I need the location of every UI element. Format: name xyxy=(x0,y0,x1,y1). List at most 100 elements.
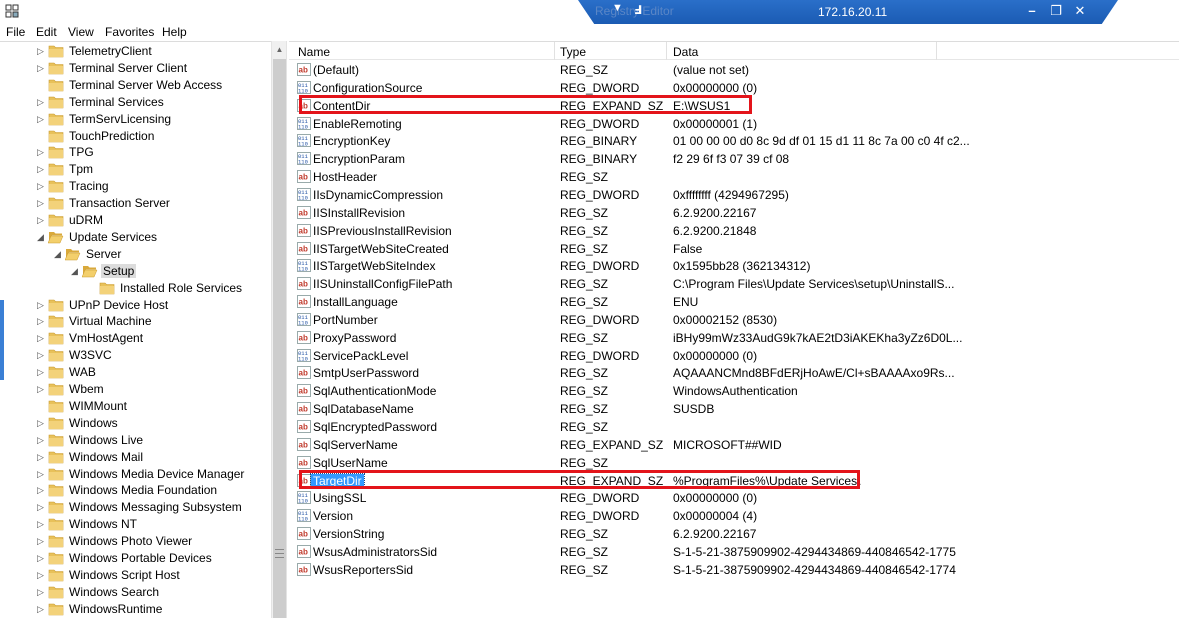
value-row[interactable]: ab VersionString REG_SZ 6.2.9200.22167 xyxy=(289,525,1179,543)
expand-arrow-icon[interactable]: ▷ xyxy=(36,63,45,74)
tree-item[interactable]: ▷ Terminal Server Client xyxy=(0,60,260,77)
restore-icon[interactable]: ❐ xyxy=(1048,3,1064,19)
value-row[interactable]: ab ProxyPassword REG_SZ iBHy99mWz33AudG9k7k… xyxy=(289,329,1179,347)
value-row[interactable]: 011 110 PortNumber REG_DWORD 0x00002152 (853… xyxy=(289,311,1179,329)
value-row[interactable]: ab SqlServerName REG_EXPAND_SZ MICROSOFT##W… xyxy=(289,436,1179,454)
tree-item[interactable]: ▷ Windows Live xyxy=(0,432,260,449)
collapse-arrow-icon[interactable]: ◢ xyxy=(70,266,79,277)
tree-item[interactable]: ▷ Windows xyxy=(0,415,260,432)
tree-item[interactable]: ▷ UPnP Device Host xyxy=(0,297,260,314)
value-row[interactable]: ab (Default) REG_SZ (value not set) xyxy=(289,61,1179,79)
scroll-up-icon[interactable]: ▲ xyxy=(272,41,287,58)
expand-arrow-icon[interactable]: ▷ xyxy=(36,147,45,158)
expand-arrow-icon[interactable]: ▷ xyxy=(36,519,45,530)
value-row[interactable]: 011 110 UsingSSL REG_DWORD 0x00000000 (0) xyxy=(289,489,1179,507)
value-row[interactable]: 011 110 Version REG_DWORD 0x00000004 (4) xyxy=(289,507,1179,525)
expand-arrow-icon[interactable]: ▷ xyxy=(36,181,45,192)
value-row[interactable]: ab SqlAuthenticationMode REG_SZ WindowsAuth… xyxy=(289,382,1179,400)
menu-favorites[interactable]: Favorites xyxy=(105,25,154,39)
tree-item[interactable]: ▷ WAB xyxy=(0,364,260,381)
tree-item[interactable]: ▷ Windows Script Host xyxy=(0,567,260,584)
column-data-header[interactable]: Data xyxy=(673,45,698,59)
expand-arrow-icon[interactable]: ▷ xyxy=(36,164,45,175)
expand-arrow-icon[interactable]: ▷ xyxy=(36,350,45,361)
tree-item[interactable]: ▷ Windows Photo Viewer xyxy=(0,533,260,550)
tree-item[interactable]: ▷ Terminal Services xyxy=(0,94,260,111)
expand-arrow-icon[interactable]: ▷ xyxy=(36,485,45,496)
tree-item[interactable]: ▷ Windows Portable Devices xyxy=(0,550,260,567)
tree-item[interactable]: ◢ Update Services xyxy=(0,229,260,246)
minimize-icon[interactable]: – xyxy=(1024,3,1040,18)
tree-item[interactable]: ◢ Setup xyxy=(0,263,260,280)
tree-item[interactable]: ▷ Windows Mail xyxy=(0,449,260,466)
value-row[interactable]: 011 110 EncryptionKey REG_BINARY 01 00 00 00… xyxy=(289,132,1179,150)
value-row[interactable]: ab HostHeader REG_SZ xyxy=(289,168,1179,186)
tree-item[interactable]: ▷ Windows Media Foundation xyxy=(0,482,260,499)
registry-key-tree[interactable]: ▷ TelemetryClient ▷ Terminal Server Client T… xyxy=(0,41,271,618)
expand-arrow-icon[interactable]: ▷ xyxy=(36,418,45,429)
expand-arrow-icon[interactable]: ▷ xyxy=(36,435,45,446)
tree-scrollbar[interactable]: ▲ xyxy=(271,41,287,618)
value-row[interactable]: 011 110 EnableRemoting REG_DWORD 0x00000001 … xyxy=(289,115,1179,133)
menu-view[interactable]: View xyxy=(68,25,94,39)
collapse-arrow-icon[interactable]: ◢ xyxy=(53,249,62,260)
expand-arrow-icon[interactable]: ▷ xyxy=(36,502,45,513)
expand-arrow-icon[interactable]: ▷ xyxy=(36,97,45,108)
value-row[interactable]: ab SqlDatabaseName REG_SZ SUSDB xyxy=(289,400,1179,418)
close-icon[interactable]: ✕ xyxy=(1072,3,1088,19)
column-divider[interactable] xyxy=(666,42,667,60)
menu-edit[interactable]: Edit xyxy=(36,25,57,39)
expand-arrow-icon[interactable]: ▷ xyxy=(36,367,45,378)
tree-item[interactable]: TouchPrediction xyxy=(0,128,260,145)
value-row[interactable]: ab IISTargetWebSiteCreated REG_SZ False xyxy=(289,240,1179,258)
tree-item[interactable]: ▷ Virtual Machine xyxy=(0,313,260,330)
expand-arrow-icon[interactable]: ▷ xyxy=(36,384,45,395)
column-type-header[interactable]: Type xyxy=(560,45,586,59)
expand-arrow-icon[interactable]: ▷ xyxy=(36,114,45,125)
registry-values-list[interactable]: Name Type Data ab (Default) REG_SZ (value n… xyxy=(289,41,1179,618)
value-row[interactable]: ab IISPreviousInstallRevision REG_SZ 6.2.92… xyxy=(289,222,1179,240)
tree-item[interactable]: WIMMount xyxy=(0,398,260,415)
expand-arrow-icon[interactable]: ▷ xyxy=(36,604,45,615)
collapse-arrow-icon[interactable]: ◢ xyxy=(36,232,45,243)
value-row[interactable]: 011 110 IISTargetWebSiteIndex REG_DWORD 0x15… xyxy=(289,257,1179,275)
tree-item[interactable]: ▷ Transaction Server xyxy=(0,195,260,212)
value-row[interactable]: ab WsusReportersSid REG_SZ S-1-5-21-3875909… xyxy=(289,561,1179,579)
expand-arrow-icon[interactable]: ▷ xyxy=(36,570,45,581)
tree-item[interactable]: ▷ TermServLicensing xyxy=(0,111,260,128)
tree-item[interactable]: ▷ Windows Media Device Manager xyxy=(0,466,260,483)
tree-item[interactable]: Terminal Server Web Access xyxy=(0,77,260,94)
tree-item[interactable]: ▷ Windows Search xyxy=(0,584,260,601)
expand-arrow-icon[interactable]: ▷ xyxy=(36,316,45,327)
pin-icon[interactable]: ▼ xyxy=(612,2,623,14)
tree-item[interactable]: ▷ VmHostAgent xyxy=(0,330,260,347)
scrollbar-thumb[interactable] xyxy=(273,59,286,618)
expand-arrow-icon[interactable]: ▷ xyxy=(36,198,45,209)
tree-item[interactable]: ▷ uDRM xyxy=(0,212,260,229)
value-row[interactable]: ab SqlEncryptedPassword REG_SZ xyxy=(289,418,1179,436)
value-row[interactable]: 011 110 EncryptionParam REG_BINARY f2 29 6f … xyxy=(289,150,1179,168)
value-row[interactable]: 011 110 IIsDynamicCompression REG_DWORD 0xff… xyxy=(289,186,1179,204)
value-row[interactable]: ab IISInstallRevision REG_SZ 6.2.9200.22167 xyxy=(289,204,1179,222)
tree-item[interactable]: Installed Role Services xyxy=(0,280,260,297)
menu-help[interactable]: Help xyxy=(162,25,187,39)
column-divider[interactable] xyxy=(936,42,937,60)
tree-item[interactable]: ▷ Windows Messaging Subsystem xyxy=(0,499,260,516)
expand-arrow-icon[interactable]: ▷ xyxy=(36,46,45,57)
expand-arrow-icon[interactable]: ▷ xyxy=(36,452,45,463)
value-row[interactable]: ab IISUninstallConfigFilePath REG_SZ C:\Pro… xyxy=(289,275,1179,293)
expand-arrow-icon[interactable]: ▷ xyxy=(36,536,45,547)
tree-item[interactable]: ▷ Tpm xyxy=(0,161,260,178)
tree-item[interactable]: ▷ Windows NT xyxy=(0,516,260,533)
tree-item[interactable]: ▷ W3SVC xyxy=(0,347,260,364)
tree-item[interactable]: ▷ Tracing xyxy=(0,178,260,195)
expand-arrow-icon[interactable]: ▷ xyxy=(36,300,45,311)
tree-item[interactable]: ▷ WindowsRuntime xyxy=(0,601,260,618)
tree-item[interactable]: ◢ Server xyxy=(0,246,260,263)
tree-item[interactable]: ▷ TelemetryClient xyxy=(0,43,260,60)
value-row[interactable]: ab SmtpUserPassword REG_SZ AQAAANCMnd8BFdER… xyxy=(289,364,1179,382)
menu-file[interactable]: File xyxy=(6,25,25,39)
tree-item[interactable]: ▷ Wbem xyxy=(0,381,260,398)
column-divider[interactable] xyxy=(554,42,555,60)
value-row[interactable]: 011 110 ServicePackLevel REG_DWORD 0x0000000… xyxy=(289,347,1179,365)
